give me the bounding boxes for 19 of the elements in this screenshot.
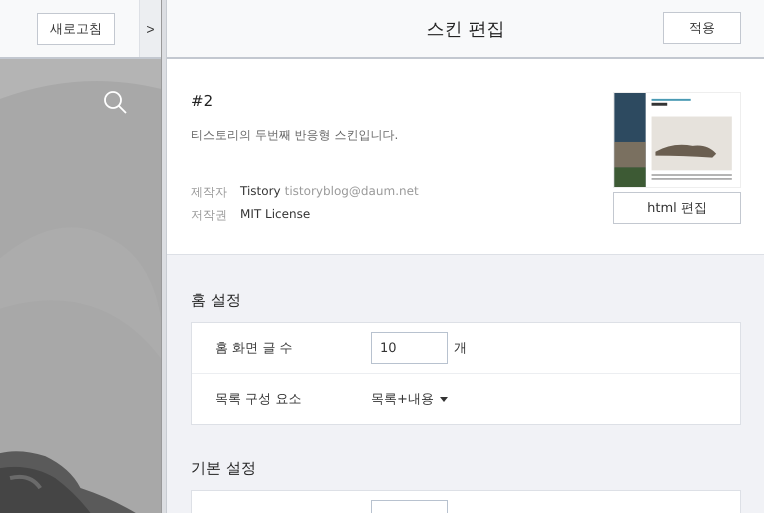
panel-toggle[interactable]: >	[139, 0, 161, 57]
skin-name: #2	[191, 92, 214, 110]
setting-label: 홈 화면 글 수	[215, 340, 294, 357]
setting-label: 목록 구성 요소	[215, 391, 302, 408]
meta-value: Tistory	[240, 184, 281, 200]
page-title: 스킨 편집	[426, 18, 504, 40]
html-edit-button[interactable]: html 편집	[613, 192, 741, 224]
unit-label: 개	[454, 340, 467, 357]
author-email: tistoryblog@daum.net	[284, 184, 419, 200]
skin-description: 티스토리의 두번째 반응형 스킨입니다.	[191, 127, 400, 144]
section-title: 기본 설정	[191, 459, 257, 478]
dropdown[interactable]: 목록+내용	[371, 390, 448, 408]
section-title: 홈 설정	[191, 291, 242, 310]
meta-label: 제작자	[191, 184, 228, 201]
meta-label: 저작권	[191, 207, 228, 224]
input-field[interactable]: 10	[371, 332, 448, 364]
apply-button[interactable]: 적용	[663, 12, 741, 44]
refresh-button[interactable]: 새로고침	[37, 12, 115, 44]
meta-value: MIT License	[240, 207, 310, 223]
